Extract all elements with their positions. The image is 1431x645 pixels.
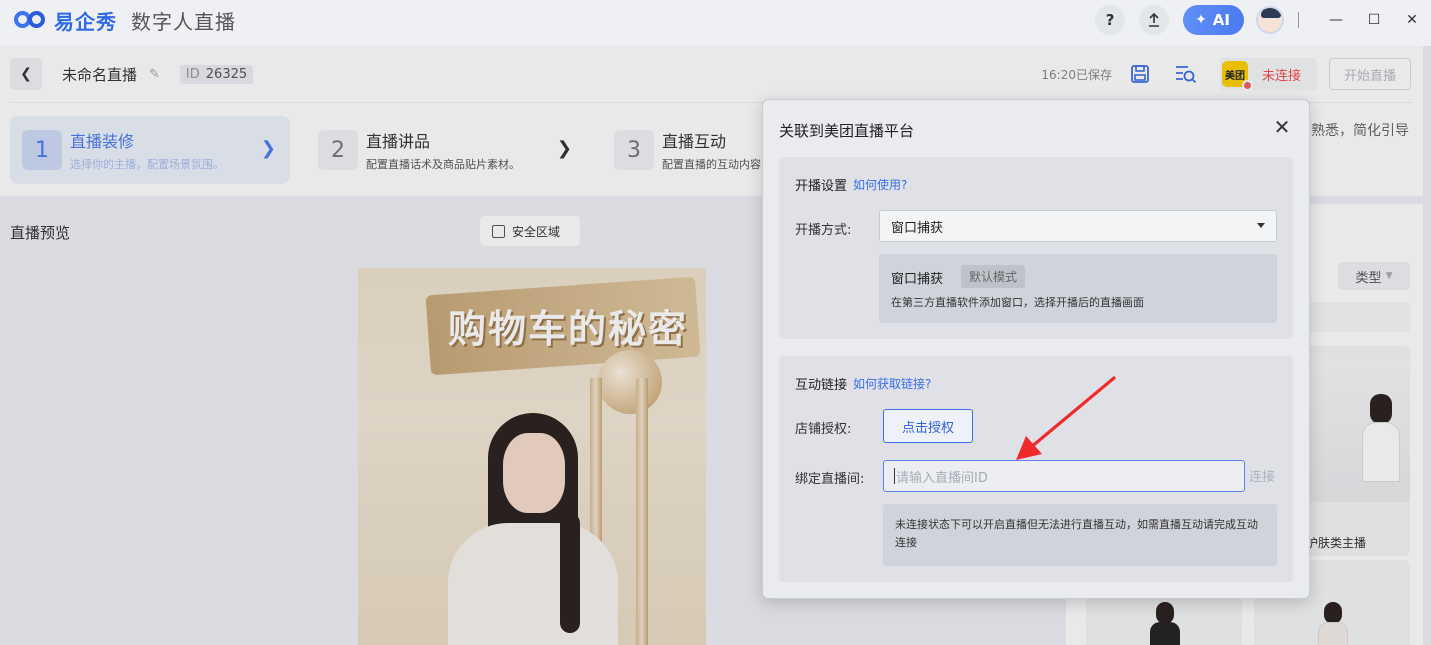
divider [1298,12,1299,28]
help-icon: ? [1105,11,1115,29]
room-id-placeholder: 请输入直播间ID [896,470,988,486]
logo-mark-icon [14,10,50,30]
live-settings-section: 开播设置 如何使用? 开播方式: 窗口捕获 窗口捕获 默认模式 在第三方直播软件… [779,157,1293,339]
title-bar: 易企秀 数字人直播 ? ✦ AI — ☐ ✕ [0,0,1431,40]
section-heading: 开播设置 [795,179,848,194]
close-dialog-button[interactable]: ✕ [1271,115,1293,139]
close-icon: ✕ [1406,12,1418,28]
mode-select[interactable]: 窗口捕获 [879,210,1277,242]
connect-button[interactable]: 连接 [1249,466,1275,485]
close-window-button[interactable]: ✕ [1393,0,1431,40]
product-name: 数字人直播 [131,9,236,34]
user-avatar[interactable] [1256,6,1284,34]
text-cursor [894,468,895,484]
mode-description: 在第三方直播软件添加窗口，选择开播后的直播画面 [891,296,1144,309]
upload-icon [1149,12,1160,27]
authorize-button[interactable]: 点击授权 [883,409,973,443]
minimize-icon: — [1329,12,1343,28]
upload-button[interactable] [1139,5,1170,35]
help-link[interactable]: 如何使用? [853,176,907,193]
logo-text: 易企秀 [54,9,117,34]
mode-select-value: 窗口捕获 [891,220,944,236]
connection-note: 未连接状态下可以开启直播但无法进行直播互动，如需直播互动请完成互动连接 [883,504,1277,566]
caret-down-icon [1257,223,1265,228]
red-arrow-annotation [1016,376,1116,460]
section-heading: 互动链接 [795,378,848,393]
mode-name: 窗口捕获 [891,272,944,287]
maximize-button[interactable]: ☐ [1355,0,1393,40]
minimize-button[interactable]: — [1317,0,1355,40]
close-icon: ✕ [1273,115,1291,139]
app-logo: 易企秀 数字人直播 [14,6,236,35]
dialog-title: 关联到美团直播平台 [779,122,915,140]
help-button[interactable]: ? [1095,5,1126,35]
default-mode-badge: 默认模式 [961,265,1026,288]
ai-button[interactable]: ✦ AI [1183,5,1244,35]
mode-label: 开播方式: [795,223,852,238]
bind-room-label: 绑定直播间: [795,472,865,487]
auth-label: 店铺授权: [795,422,852,437]
ai-label: AI [1212,11,1230,29]
maximize-icon: ☐ [1367,12,1381,28]
sparkle-icon: ✦ [1195,12,1207,28]
mode-info: 窗口捕获 默认模式 在第三方直播软件添加窗口，选择开播后的直播画面 [879,254,1277,323]
help-link[interactable]: 如何获取链接? [853,375,931,392]
link-platform-dialog: 关联到美团直播平台 ✕ 开播设置 如何使用? 开播方式: 窗口捕获 窗口捕获 默… [762,99,1310,599]
